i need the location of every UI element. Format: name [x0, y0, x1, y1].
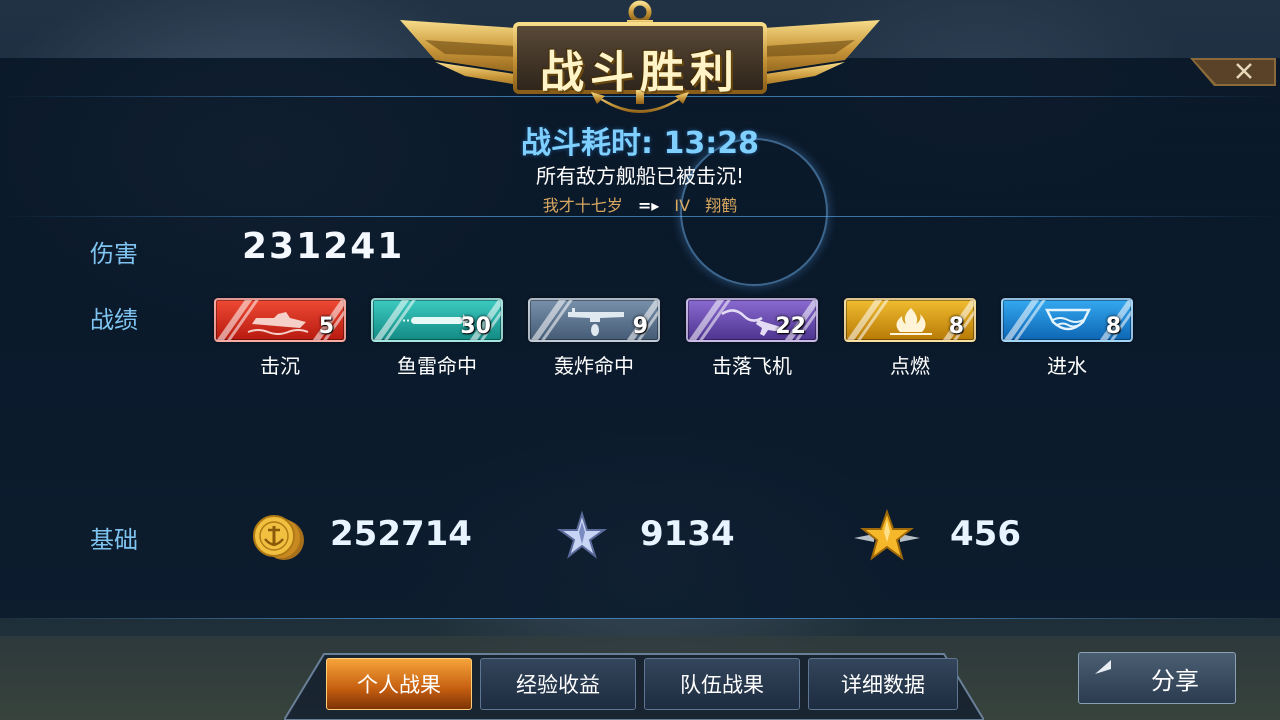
damage-value: 231241 [242, 226, 405, 267]
share-label: 分享 [1151, 666, 1199, 695]
result-message: 所有敌方舰船已被击沉! [535, 164, 745, 188]
experience-star-icon [556, 510, 608, 559]
credits-value: 252714 [330, 514, 472, 554]
base-label: 基础 [90, 526, 138, 554]
achievement-flooding[interactable]: 8 进水 [1001, 298, 1133, 379]
close-icon [1190, 58, 1276, 86]
achievement-count: 22 [775, 314, 806, 339]
achievement-label: 击沉 [260, 354, 300, 378]
achievement-badge: 30 [371, 298, 503, 342]
achievement-count: 8 [1105, 314, 1121, 339]
achievement-count: 5 [318, 314, 334, 339]
ship-name: 翔鹤 [705, 196, 738, 215]
achievement-count: 9 [632, 314, 648, 339]
tab-experience-income[interactable]: 经验收益 [480, 658, 636, 710]
divider-line [0, 618, 1280, 619]
ship-tier: IV [674, 196, 691, 215]
victory-title: 战斗胜利 [540, 47, 740, 98]
achievement-badge: 22 [686, 298, 818, 342]
achievement-label: 击落飞机 [712, 354, 792, 378]
achievement-torpedo[interactable]: 30 鱼雷命中 [371, 298, 503, 379]
achievement-count: 8 [948, 314, 964, 339]
divider-line [0, 216, 1280, 217]
victory-banner: 战斗胜利 [395, 0, 885, 120]
achievement-label: 点燃 [890, 354, 930, 378]
share-arrow-icon [1095, 660, 1111, 674]
experience-value: 9134 [640, 514, 735, 554]
achievement-badge: 9 [528, 298, 660, 342]
achievement-label: 轰炸命中 [554, 354, 634, 378]
tab-team-results[interactable]: 队伍战果 [644, 658, 800, 710]
achievement-badge: 8 [1001, 298, 1133, 342]
achievement-fire[interactable]: 8 点燃 [844, 298, 976, 379]
player-name: 我才十七岁 [542, 196, 623, 215]
battle-duration: 战斗耗时: 13:28 [521, 126, 759, 161]
fire-icon [890, 308, 932, 335]
player-ship-line: 我才十七岁 =▸ IV 翔鹤 [0, 192, 1280, 216]
achievement-sinking[interactable]: 5 击沉 [214, 298, 346, 379]
achievement-badge: 5 [214, 298, 346, 342]
achievement-label: 进水 [1047, 354, 1087, 378]
flooding-icon [1044, 308, 1092, 331]
close-button[interactable] [1190, 58, 1276, 86]
achievement-count: 30 [460, 314, 491, 339]
commander-xp-value: 456 [950, 514, 1021, 554]
commander-xp-icon [854, 508, 920, 561]
achievements-label: 战绩 [90, 306, 138, 334]
arrow-icon: =▸ [637, 196, 660, 215]
tab-personal-results[interactable]: 个人战果 [326, 658, 472, 710]
tab-detailed-data[interactable]: 详细数据 [808, 658, 958, 710]
achievement-badge: 8 [844, 298, 976, 342]
sinking-ship-icon [247, 312, 309, 335]
damage-label: 伤害 [90, 240, 138, 268]
bomber-icon [568, 308, 624, 336]
achievement-bombing[interactable]: 9 轰炸命中 [528, 298, 660, 379]
share-button[interactable]: 分享 [1078, 652, 1236, 704]
achievement-label: 鱼雷命中 [397, 354, 477, 378]
achievement-planes-shot[interactable]: 22 击落飞机 [686, 298, 818, 379]
credits-coin-icon [253, 515, 304, 560]
